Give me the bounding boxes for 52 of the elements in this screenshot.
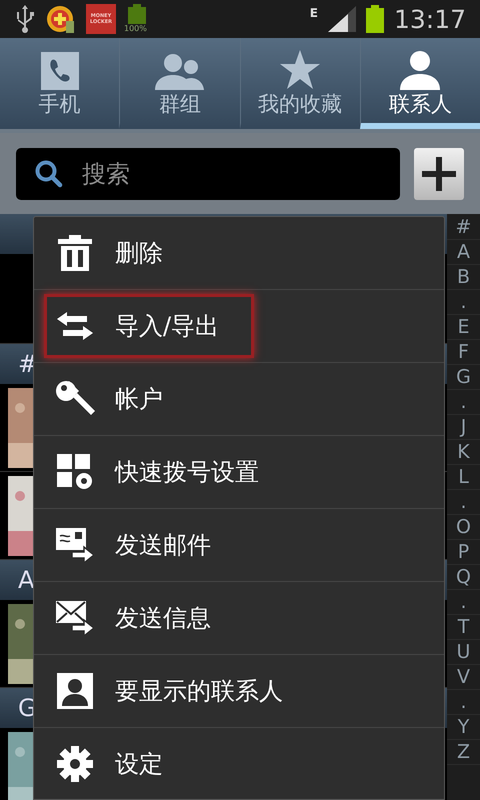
tab[interactable]: 我的收藏	[240, 38, 360, 129]
signal-icon	[328, 6, 356, 32]
menu-item[interactable]: 帐户	[44, 367, 254, 431]
index-letter[interactable]: .	[447, 590, 480, 615]
search-icon	[34, 158, 64, 188]
mail-forward-icon	[55, 528, 95, 562]
index-letter[interactable]: B	[447, 265, 480, 290]
battery-icon	[128, 4, 146, 24]
index-letter[interactable]: Y	[447, 715, 480, 740]
battery-icon	[366, 5, 384, 33]
person-icon	[400, 48, 440, 90]
index-letter[interactable]: .	[447, 390, 480, 415]
envelope-forward-icon	[55, 601, 95, 635]
search-field[interactable]: 搜索	[16, 148, 400, 200]
index-letter[interactable]: F	[447, 340, 480, 365]
menu-item[interactable]: 删除	[44, 221, 254, 285]
contact-card-icon	[55, 673, 95, 709]
menu-item[interactable]: 快速拨号设置	[44, 440, 274, 504]
index-letter[interactable]: G	[447, 365, 480, 390]
index-letter[interactable]: #	[447, 215, 480, 240]
index-letter[interactable]: T	[447, 615, 480, 640]
tab[interactable]: 群组	[119, 38, 240, 129]
index-letter[interactable]: P	[447, 540, 480, 565]
index-letter[interactable]: Z	[447, 740, 480, 765]
index-letter[interactable]: E	[447, 315, 480, 340]
usb-icon	[14, 4, 36, 34]
star-icon	[279, 48, 322, 90]
trash-icon	[55, 235, 95, 271]
index-letter[interactable]: J	[447, 415, 480, 440]
index-letter[interactable]: Q	[447, 565, 480, 590]
swap-arrows-icon	[55, 312, 95, 340]
app-icon	[46, 4, 76, 34]
index-letter[interactable]: .	[447, 690, 480, 715]
index-letter[interactable]: .	[447, 490, 480, 515]
index-letter[interactable]: K	[447, 440, 480, 465]
menu-item[interactable]: 发送信息	[44, 586, 254, 650]
index-letter[interactable]: O	[447, 515, 480, 540]
index-letter[interactable]: L	[447, 465, 480, 490]
menu-item[interactable]: 导入/导出	[44, 294, 254, 358]
add-button[interactable]	[414, 148, 464, 200]
network-type: E	[310, 5, 318, 22]
clock: 13:17	[394, 6, 466, 32]
battery-label: 100%	[124, 25, 147, 33]
index-letter[interactable]: .	[447, 290, 480, 315]
index-letter[interactable]: V	[447, 665, 480, 690]
index-letter[interactable]: A	[447, 240, 480, 265]
index-letter[interactable]: U	[447, 640, 480, 665]
speed-dial-icon	[55, 454, 95, 490]
tab[interactable]: 手机	[0, 38, 120, 129]
settings-icon	[55, 746, 95, 782]
menu-item[interactable]: 发送邮件	[44, 513, 254, 577]
menu-item[interactable]: 设定	[44, 732, 254, 796]
